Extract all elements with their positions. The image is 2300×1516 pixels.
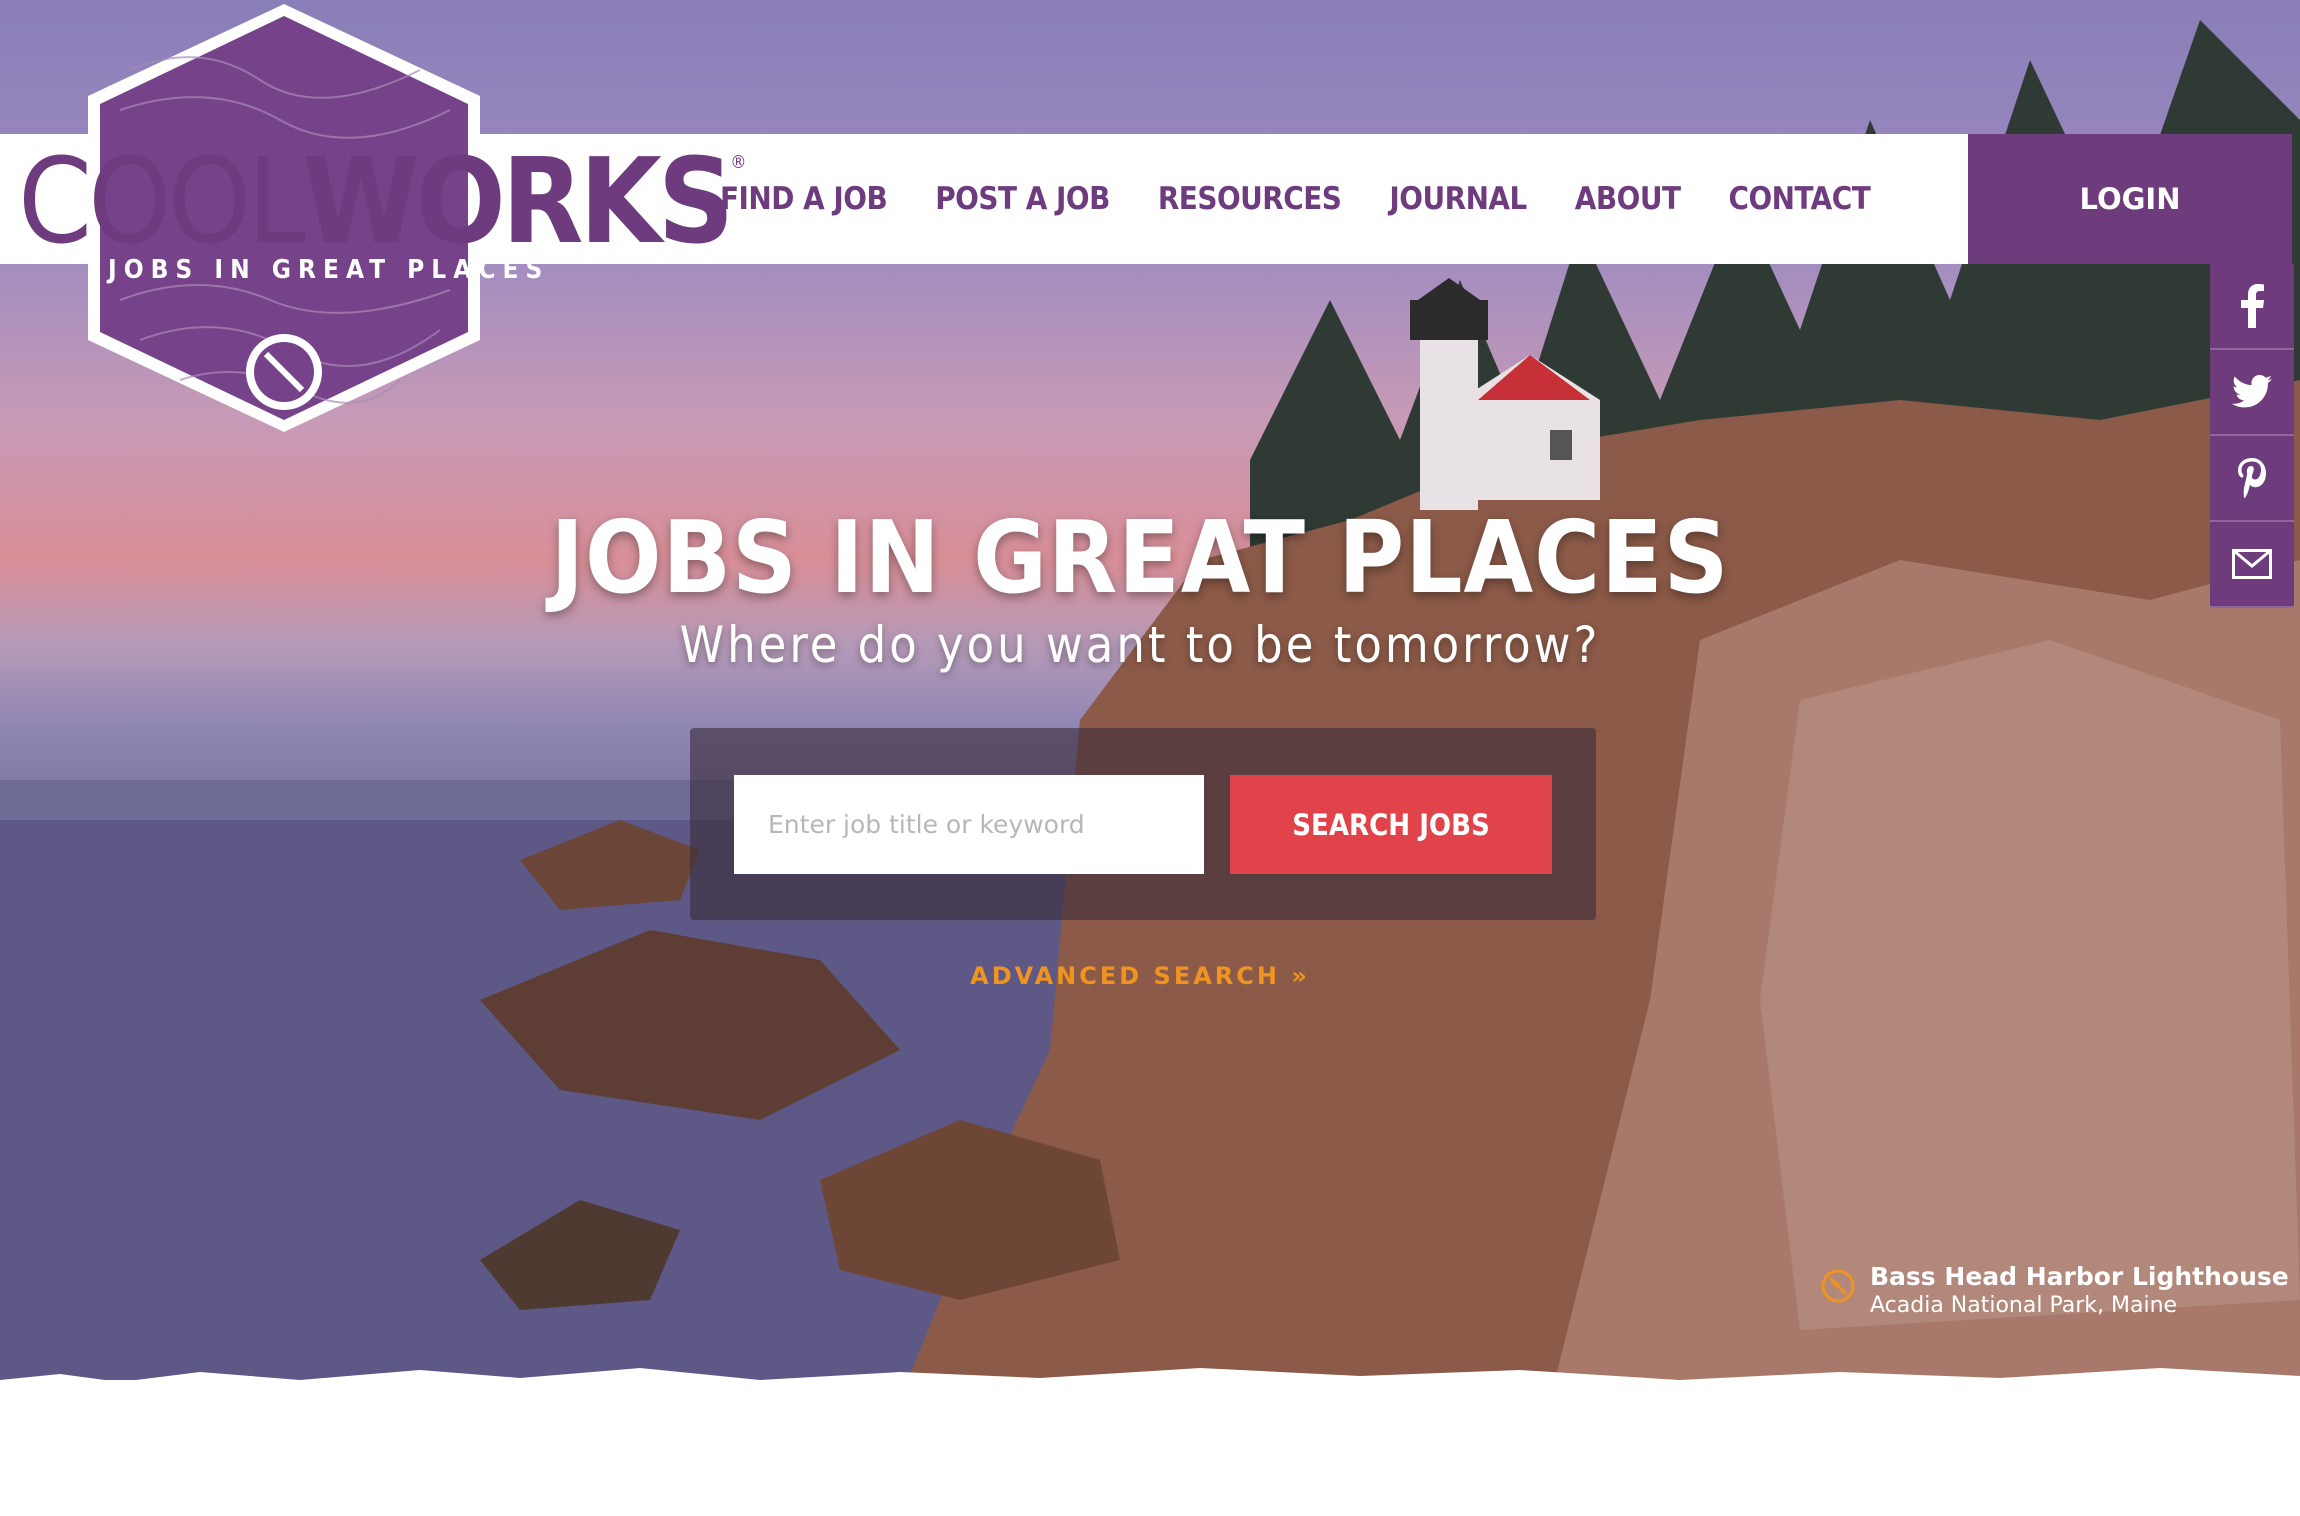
coolworks-logo[interactable]: COOLWORKS® JOBS IN GREAT PLACES xyxy=(0,0,746,440)
nav-post-a-job[interactable]: POST A JOB xyxy=(935,181,1110,217)
nav-about[interactable]: ABOUT xyxy=(1575,181,1681,217)
twitter-icon xyxy=(2232,375,2272,408)
logo-wordmark: COOLWORKS® xyxy=(18,142,746,260)
main-nav: FIND A JOB POST A JOB RESOURCES JOURNAL … xyxy=(720,134,1871,264)
logo-word-works: WORKS xyxy=(302,132,734,270)
nav-journal[interactable]: JOURNAL xyxy=(1389,181,1527,217)
logo-tagline: JOBS IN GREAT PLACES xyxy=(108,255,550,285)
advanced-search-link[interactable]: ADVANCED SEARCH » xyxy=(0,962,2280,990)
search-jobs-button[interactable]: SEARCH JOBS xyxy=(1230,775,1552,874)
hero-subtitle: Where do you want to be tomorrow? xyxy=(679,616,1601,674)
logo-registered: ® xyxy=(730,152,746,173)
nav-contact[interactable]: CONTACT xyxy=(1729,181,1871,217)
logo-word-cool: COOL xyxy=(18,132,306,270)
nav-resources[interactable]: RESOURCES xyxy=(1158,181,1342,217)
brush-edge xyxy=(0,1368,2300,1410)
photo-credit-place: Bass Head Harbor Lighthouse xyxy=(1870,1262,2289,1291)
twitter-button[interactable] xyxy=(2210,350,2294,436)
compass-icon xyxy=(1821,1269,1855,1303)
nav-find-a-job[interactable]: FIND A JOB xyxy=(720,181,888,217)
pinterest-icon xyxy=(2238,458,2266,498)
facebook-button[interactable] xyxy=(2210,264,2294,350)
login-button[interactable]: LOGIN xyxy=(1968,134,2292,264)
facebook-icon xyxy=(2241,284,2264,328)
photo-credit-location: Acadia National Park, Maine xyxy=(1870,1293,2178,1318)
photo-credit-text: Bass Head Harbor Lighthouse Acadia Natio… xyxy=(1870,1262,2289,1321)
hero-title: JOBS IN GREAT PLACES xyxy=(550,499,1730,616)
job-search-input[interactable] xyxy=(734,775,1204,874)
photo-credit: Bass Head Harbor Lighthouse Acadia Natio… xyxy=(1820,1262,2289,1321)
content-section xyxy=(0,1368,2300,1516)
